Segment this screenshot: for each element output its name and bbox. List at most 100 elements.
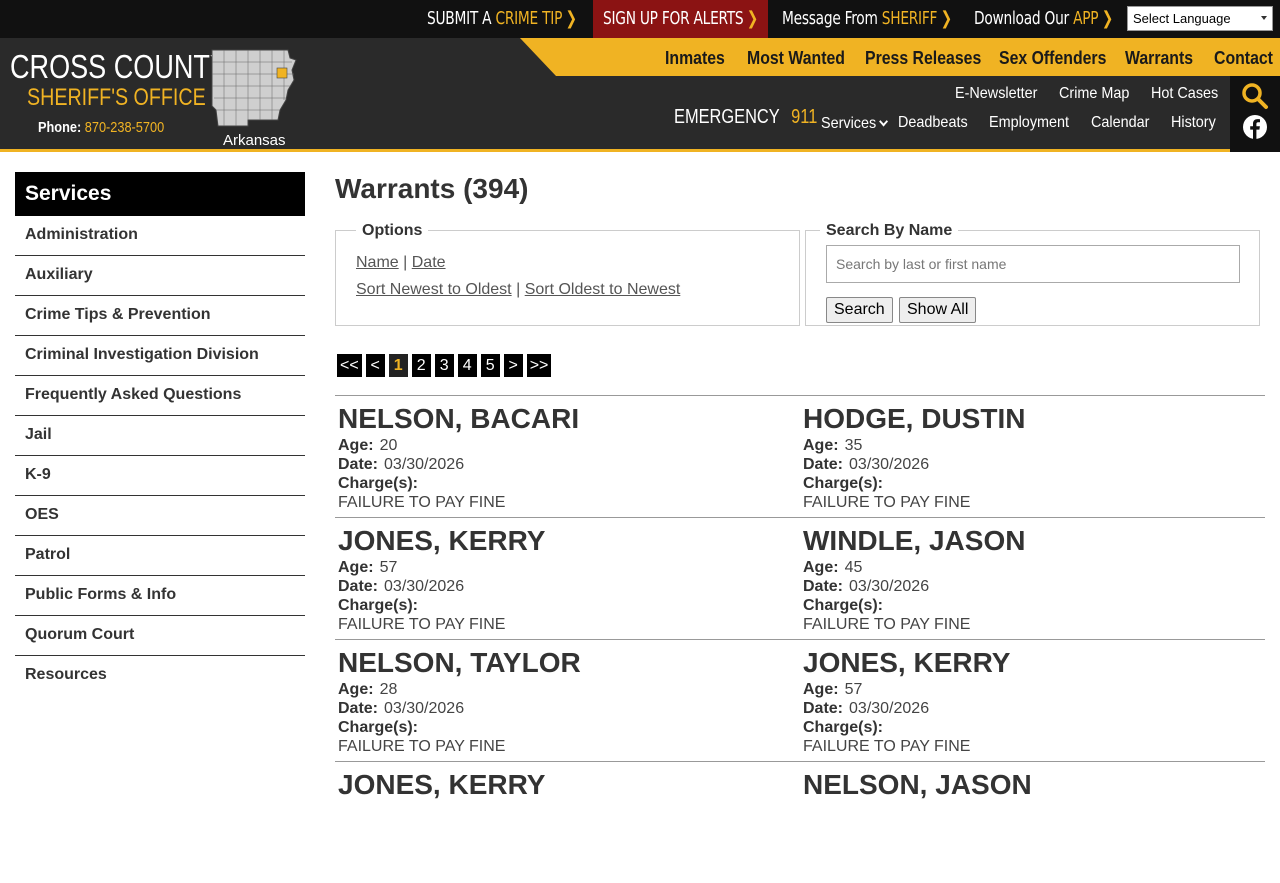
nav-crime-map[interactable]: Crime Map [1059,85,1129,103]
age-label: Age: [338,559,374,576]
alerts-label: SIGN UP FOR ALERTS [603,8,744,29]
show-all-button[interactable]: Show All [899,297,977,323]
warrant-name[interactable]: JONES, KERRY [338,768,778,802]
age-value: 45 [844,559,863,576]
nav-calendar[interactable]: Calendar [1091,114,1149,132]
nav-employment[interactable]: Employment [989,114,1069,132]
warrant-name[interactable]: JONES, KERRY [803,646,1243,680]
pager-page-2[interactable]: 2 [411,354,431,377]
sidebar-item-cid[interactable]: Criminal Investigation Division [15,336,305,376]
date-label: Date: [338,456,379,473]
warrant-age: Age: 57 [338,558,778,577]
warrant-name[interactable]: JONES, KERRY [338,524,778,558]
phone-number[interactable]: 870-238-5700 [85,119,164,136]
sidebar-item-oes[interactable]: OES [15,496,305,536]
sidebar-item-faq[interactable]: Frequently Asked Questions [15,376,305,416]
sort-oldest-link[interactable]: Sort Oldest to Newest [525,281,681,298]
phone-label: Phone: [38,119,82,136]
sort-by-name-link[interactable]: Name [356,254,399,271]
sidebar-item-jail[interactable]: Jail [15,416,305,456]
charges-label: Charge(s): [803,719,884,736]
emergency-digits[interactable]: 911 [791,106,817,128]
pager-last[interactable]: >> [526,354,552,377]
sign-up-alerts-link[interactable]: SIGN UP FOR ALERTS ❯ [603,0,758,38]
nav-warrants[interactable]: Warrants [1125,38,1193,76]
search-button[interactable]: Search [826,297,893,323]
charges-label: Charge(s): [338,597,419,614]
language-select[interactable]: Select Language [1127,6,1273,31]
name-search-input[interactable] [826,245,1240,283]
warrant-charges: Charge(s): [338,474,778,493]
warrant-date: Date: 03/30/2026 [338,699,778,718]
sidebar-item-quorum-court[interactable]: Quorum Court [15,616,305,656]
warrant-charges: Charge(s): [803,718,1243,737]
sort-by-date-link[interactable]: Date [412,254,446,271]
crime-tip-accent: CRIME TIP [495,8,563,29]
warrant-card: NELSON, BACARI Age: 20 Date: 03/30/2026 Ch… [338,402,778,512]
chevron-right-icon: ❯ [940,8,953,29]
brand-phone: Phone: 870-238-5700 [38,119,164,136]
sort-newest-link[interactable]: Sort Newest to Oldest [356,281,512,298]
pager-page-1[interactable]: 1 [388,354,408,377]
nav-inmates[interactable]: Inmates [665,38,725,76]
nav-most-wanted[interactable]: Most Wanted [747,38,845,76]
nav-history[interactable]: History [1171,114,1216,132]
sidebar-item-k9[interactable]: K-9 [15,456,305,496]
charge-value: FAILURE TO PAY FINE [803,616,971,633]
pager-page-5[interactable]: 5 [480,354,500,377]
pagination: << < 1 2 3 4 5 > >> [337,354,552,378]
nav-services-label: Services [821,115,877,132]
nav-hot-cases[interactable]: Hot Cases [1151,85,1218,103]
nav-contact[interactable]: Contact [1214,38,1273,76]
state-label: Arkansas [223,132,286,149]
nav-sex-offenders[interactable]: Sex Offenders [999,38,1106,76]
download-app-link[interactable]: Download Our APP ❯ [974,0,1113,38]
warrant-name[interactable]: NELSON, TAYLOR [338,646,778,680]
sidebar-item-auxiliary[interactable]: Auxiliary [15,256,305,296]
warrant-charges: Charge(s): [338,596,778,615]
nav-deadbeats[interactable]: Deadbeats [898,114,968,132]
warrant-date: Date: 03/30/2026 [803,699,1243,718]
age-label: Age: [803,437,839,454]
message-from-sheriff-link[interactable]: Message From SHERIFF ❯ [782,0,952,38]
sidebar-item-administration[interactable]: Administration [15,216,305,256]
age-value: 20 [379,437,398,454]
pager-page-3[interactable]: 3 [434,354,454,377]
pager-next[interactable]: > [503,354,523,377]
chevron-down-icon [879,116,889,127]
warrant-name[interactable]: NELSON, BACARI [338,402,778,436]
nav-press-releases[interactable]: Press Releases [865,38,981,76]
charges-label: Charge(s): [803,475,884,492]
age-label: Age: [338,681,374,698]
app-prefix: Download Our [974,8,1069,29]
pager-prev[interactable]: < [365,354,385,377]
sidebar-item-patrol[interactable]: Patrol [15,536,305,576]
date-value: 03/30/2026 [384,578,465,595]
submit-crime-tip-link[interactable]: SUBMIT A CRIME TIP ❯ [427,0,577,38]
warrant-row: NELSON, TAYLOR Age: 28 Date: 03/30/2026 Ch… [335,639,1265,761]
sort-order-row: Sort Newest to Oldest | Sort Oldest to N… [356,281,680,299]
crime-tip-prefix: SUBMIT A [427,8,492,29]
date-value: 03/30/2026 [849,578,930,595]
brand-title[interactable]: CROSS COUNTY [10,48,228,86]
warrant-name[interactable]: WINDLE, JASON [803,524,1243,558]
age-label: Age: [803,681,839,698]
warrant-age: Age: 57 [803,680,1243,699]
brand-subtitle[interactable]: SHERIFF'S OFFICE [27,84,206,112]
nav-services[interactable]: Services [821,115,889,133]
date-value: 03/30/2026 [384,700,465,717]
sidebar-item-public-forms[interactable]: Public Forms & Info [15,576,305,616]
pager-first[interactable]: << [337,354,362,377]
warrant-name[interactable]: HODGE, DUSTIN [803,402,1243,436]
facebook-icon[interactable] [1242,114,1268,140]
age-value: 57 [844,681,863,698]
emergency-number: EMERGENCY 911 [674,106,817,129]
warrant-name[interactable]: NELSON, JASON [803,768,1243,802]
separator: | [516,281,521,298]
pager-page-4[interactable]: 4 [457,354,477,377]
search-icon[interactable] [1241,82,1269,110]
sort-by-row: Name | Date [356,254,446,272]
sidebar-item-resources[interactable]: Resources [15,656,305,696]
nav-e-newsletter[interactable]: E-Newsletter [955,85,1037,103]
sidebar-item-crime-tips[interactable]: Crime Tips & Prevention [15,296,305,336]
